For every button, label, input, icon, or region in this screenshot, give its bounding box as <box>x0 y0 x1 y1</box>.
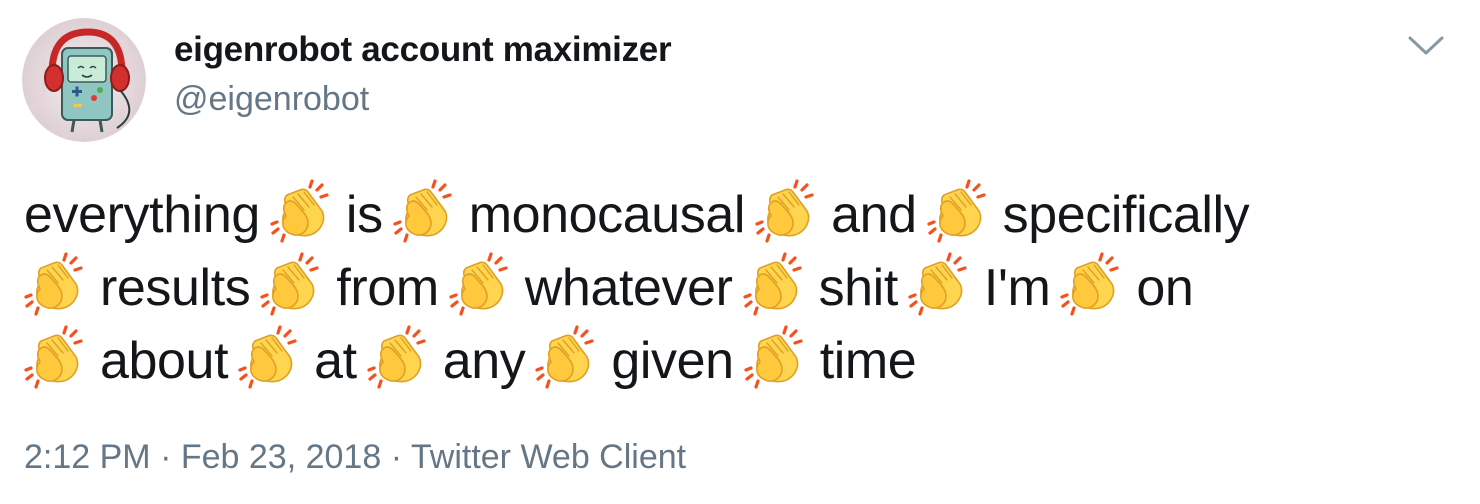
tweet-word: is <box>345 185 383 244</box>
tweet-word: specifically <box>1002 185 1250 244</box>
clapping-hands-icon <box>535 324 601 390</box>
clapping-hands-icon <box>908 251 974 317</box>
tweet-word: everything <box>24 185 260 244</box>
clapping-hands-icon <box>755 178 821 244</box>
tweet-word: about <box>100 331 229 390</box>
tweet-word: I'm <box>983 258 1051 317</box>
clapping-hands-icon <box>270 178 336 244</box>
tweet-text-line: about at any given time <box>24 322 1454 395</box>
bmo-avatar-icon <box>22 18 146 142</box>
clapping-hands-icon <box>24 324 90 390</box>
clapping-hands-icon <box>449 251 515 317</box>
tweet-word: whatever <box>524 258 733 317</box>
clapping-hands-icon <box>367 324 433 390</box>
tweet-word: and <box>831 185 917 244</box>
display-name[interactable]: eigenrobot account maximizer <box>174 30 672 70</box>
tweet-word: monocausal <box>468 185 746 244</box>
tweet-text-line: results from whatever shit I'm on <box>24 249 1454 322</box>
chevron-down-icon <box>1408 36 1444 55</box>
clapping-hands-icon <box>742 251 809 317</box>
tweet-menu-button[interactable] <box>1406 34 1446 58</box>
tweet-word: from <box>336 258 439 317</box>
tweet-word: on <box>1136 258 1194 317</box>
meta-separator: · <box>390 438 403 476</box>
tweet-word: at <box>314 331 357 390</box>
clapping-hands-icon <box>927 178 993 244</box>
clapping-hands-icon <box>24 251 90 317</box>
user-handle[interactable]: @eigenrobot <box>174 80 369 119</box>
clapping-hands-icon <box>238 324 304 390</box>
tweet-meta: 2:12 PM · Feb 23, 2018 · Twitter Web Cli… <box>24 438 686 477</box>
tweet-word: any <box>442 331 526 390</box>
tweet-word: given <box>611 331 734 390</box>
avatar[interactable] <box>22 18 146 142</box>
clapping-hands-icon <box>393 178 459 244</box>
clapping-hands-icon <box>744 324 810 390</box>
tweet-card: eigenrobot account maximizer @eigenrobot… <box>0 0 1480 504</box>
tweet-client[interactable]: Twitter Web Client <box>411 438 686 476</box>
clapping-hands-icon <box>1060 251 1126 317</box>
tweet-word: time <box>819 331 917 390</box>
tweet-text-line: everything is monocausal and specificall… <box>24 176 1454 249</box>
tweet-text: everything is monocausal and specificall… <box>24 176 1454 395</box>
tweet-time[interactable]: 2:12 PM <box>24 438 151 476</box>
clapping-hands-icon <box>260 251 326 317</box>
tweet-word: shit <box>818 258 899 317</box>
meta-separator: · <box>160 438 172 476</box>
tweet-word: results <box>100 258 251 317</box>
tweet-date[interactable]: Feb 23, 2018 <box>181 438 381 476</box>
